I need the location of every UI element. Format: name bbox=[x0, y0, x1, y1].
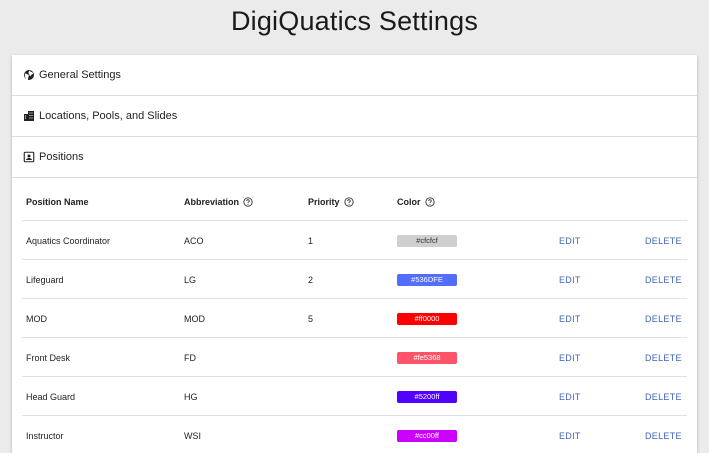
edit-button[interactable]: EDIT bbox=[559, 416, 581, 453]
help-circle-icon[interactable] bbox=[424, 196, 435, 207]
position-name: Front Desk bbox=[26, 352, 71, 363]
position-abbreviation: ACO bbox=[184, 235, 204, 246]
section-label: General Settings bbox=[39, 69, 121, 81]
position-abbreviation: WSI bbox=[184, 430, 201, 441]
delete-button[interactable]: DELETE bbox=[645, 221, 682, 260]
delete-button[interactable]: DELETE bbox=[645, 377, 682, 416]
edit-button[interactable]: EDIT bbox=[559, 260, 581, 299]
table-row: Instructor WSI #cc00ff EDIT DELETE bbox=[22, 416, 687, 453]
position-priority: 2 bbox=[308, 274, 314, 285]
position-abbreviation: FD bbox=[184, 352, 196, 363]
edit-button[interactable]: EDIT bbox=[559, 338, 581, 377]
table-row: Front Desk FD #fe5368 EDIT DELETE bbox=[22, 338, 687, 377]
section-general-settings[interactable]: General Settings bbox=[12, 55, 697, 96]
position-name: Head Guard bbox=[26, 391, 76, 402]
delete-button[interactable]: DELETE bbox=[645, 299, 682, 338]
edit-button[interactable]: EDIT bbox=[559, 377, 581, 416]
globe-icon bbox=[23, 69, 35, 81]
column-header-name: Position Name bbox=[26, 196, 89, 207]
table-row: MOD MOD 5 #ff0000 EDIT DELETE bbox=[22, 299, 687, 338]
settings-card: General Settings Locations, Pools, and S… bbox=[12, 55, 697, 453]
table-row: Aquatics Coordinator ACO 1 #cfcfcf EDIT … bbox=[22, 221, 687, 260]
position-priority: 5 bbox=[308, 313, 314, 324]
color-swatch: #cfcfcf bbox=[397, 234, 457, 247]
help-circle-icon[interactable] bbox=[343, 196, 354, 207]
position-abbreviation: MOD bbox=[184, 313, 205, 324]
section-label: Positions bbox=[39, 151, 84, 163]
position-name: Aquatics Coordinator bbox=[26, 235, 111, 246]
section-locations-pools-slides[interactable]: Locations, Pools, and Slides bbox=[12, 96, 697, 137]
delete-button[interactable]: DELETE bbox=[645, 260, 682, 299]
position-abbreviation: LG bbox=[184, 274, 197, 285]
buildings-icon bbox=[23, 110, 35, 122]
color-swatch: #5200ff bbox=[397, 390, 457, 403]
column-header-abbreviation: Abbreviation bbox=[184, 182, 253, 221]
position-abbreviation: HG bbox=[184, 391, 198, 402]
position-name: MOD bbox=[26, 313, 47, 324]
table-row: Lifeguard LG 2 #536DFE EDIT DELETE bbox=[22, 260, 687, 299]
column-header-priority: Priority bbox=[308, 182, 354, 221]
help-circle-icon[interactable] bbox=[243, 196, 253, 207]
delete-button[interactable]: DELETE bbox=[645, 416, 682, 453]
section-label: Locations, Pools, and Slides bbox=[39, 110, 178, 122]
edit-button[interactable]: EDIT bbox=[559, 221, 581, 260]
delete-button[interactable]: DELETE bbox=[645, 338, 682, 377]
edit-button[interactable]: EDIT bbox=[559, 299, 581, 338]
color-swatch: #cc00ff bbox=[397, 429, 457, 442]
table-header-row: Position Name Abbreviation Priority Colo… bbox=[22, 182, 687, 221]
position-priority: 1 bbox=[308, 235, 314, 246]
position-name: Lifeguard bbox=[26, 274, 64, 285]
position-name: Instructor bbox=[26, 430, 64, 441]
color-swatch: #ff0000 bbox=[397, 312, 457, 325]
contact-card-icon bbox=[23, 151, 35, 163]
color-swatch: #536DFE bbox=[397, 273, 457, 286]
table-row: Head Guard HG #5200ff EDIT DELETE bbox=[22, 377, 687, 416]
column-header-color: Color bbox=[397, 182, 435, 221]
section-positions[interactable]: Positions bbox=[12, 137, 697, 178]
color-swatch: #fe5368 bbox=[397, 351, 457, 364]
page-title: DigiQuatics Settings bbox=[230, 6, 479, 36]
